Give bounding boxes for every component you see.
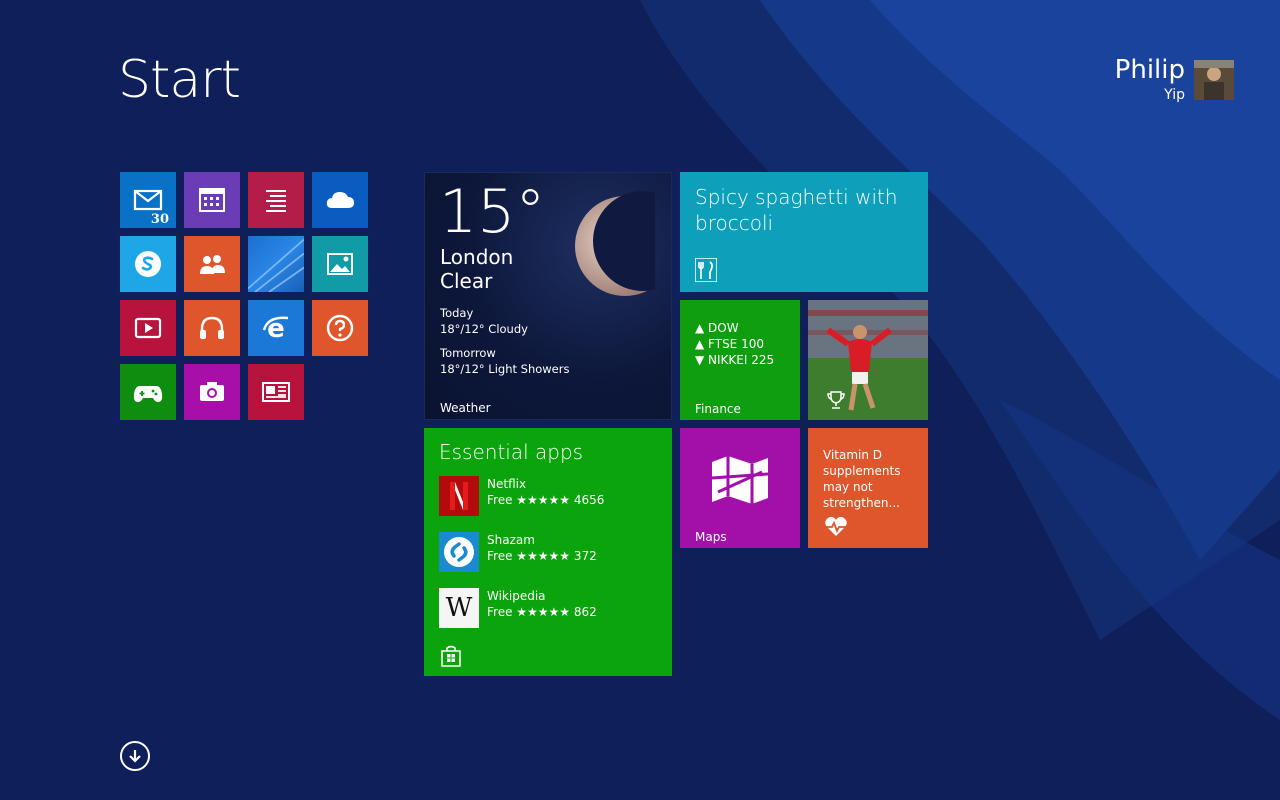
- food-recipe-tile[interactable]: Spicy spaghetti with broccoli: [680, 172, 928, 292]
- tile-people[interactable]: [184, 236, 240, 292]
- tile-music[interactable]: [184, 300, 240, 356]
- store-app-item[interactable]: Shazam Free ★★★★★ 372: [439, 532, 659, 572]
- store-app-item[interactable]: Netflix Free ★★★★★ 4656: [439, 476, 659, 516]
- reading-list-icon: [266, 190, 286, 212]
- skype-icon: [135, 251, 161, 277]
- moon-icon: [575, 191, 655, 296]
- recipe-title: Spicy spaghetti with broccoli: [695, 185, 898, 235]
- avatar[interactable]: [1194, 60, 1234, 100]
- store-app-item[interactable]: W Wikipedia Free ★★★★★ 862: [439, 588, 659, 628]
- weather-tomorrow-forecast: 18°/12° Light Showers: [440, 362, 570, 376]
- finance-dow: ▲ DOW: [695, 321, 739, 335]
- finance-nikkei: ▼ NIKKEI 225: [695, 353, 775, 367]
- health-tile[interactable]: Vitamin D supplements may not strengthen…: [808, 428, 928, 548]
- store-app-name: Wikipedia: [487, 589, 546, 603]
- help-icon: [326, 314, 354, 342]
- weather-tile[interactable]: 15° London Clear Today 18°/12° Cloudy To…: [424, 172, 672, 420]
- all-apps-button[interactable]: [120, 741, 150, 771]
- weather-temperature: 15°: [439, 177, 546, 247]
- internet-explorer-icon: e: [262, 314, 289, 344]
- tile-photos[interactable]: [312, 236, 368, 292]
- mail-unread-badge: 30: [148, 212, 171, 227]
- weather-city: London: [440, 245, 514, 269]
- tile-video[interactable]: [120, 300, 176, 356]
- tile-news[interactable]: [248, 364, 304, 420]
- store-heading: Essential apps: [439, 440, 584, 464]
- shazam-icon: [439, 532, 479, 572]
- desktop-wallpaper-icon: [248, 238, 304, 292]
- tile-games[interactable]: [120, 364, 176, 420]
- video-icon: [134, 317, 162, 339]
- store-app-meta: Free ★★★★★ 372: [487, 549, 597, 563]
- page-title: Start: [118, 50, 241, 110]
- store-tile[interactable]: Essential apps Netflix Free ★★★★★ 4656 S…: [424, 428, 672, 676]
- tile-help-tips[interactable]: [312, 300, 368, 356]
- tile-camera[interactable]: [184, 364, 240, 420]
- maps-tile[interactable]: Maps: [680, 428, 800, 548]
- store-app-name: Netflix: [487, 477, 527, 491]
- camera-icon: [200, 382, 224, 401]
- weather-today-forecast: 18°/12° Cloudy: [440, 322, 528, 336]
- fork-knife-icon: [695, 258, 717, 282]
- store-app-meta: Free ★★★★★ 862: [487, 605, 597, 619]
- user-last-name[interactable]: Yip: [1110, 86, 1185, 104]
- photos-icon: [327, 253, 353, 275]
- down-arrow-icon: [129, 750, 141, 763]
- tile-desktop[interactable]: [248, 236, 304, 292]
- store-app-meta: Free ★★★★★ 4656: [487, 493, 605, 507]
- health-headline: Vitamin D supplements may not strengthen…: [823, 448, 901, 510]
- map-icon: [711, 456, 769, 504]
- tile-reading-list[interactable]: [248, 172, 304, 228]
- tile-internet-explorer[interactable]: e: [248, 300, 304, 356]
- news-icon: [262, 382, 290, 402]
- weather-today-label: Today: [440, 306, 474, 320]
- sport-tile[interactable]: [808, 300, 928, 420]
- game-controller-icon: [133, 386, 163, 402]
- weather-app-label: Weather: [440, 401, 491, 415]
- finance-ftse: ▲ FTSE 100: [695, 337, 764, 351]
- heart-pulse-icon: [825, 516, 847, 536]
- tile-calendar[interactable]: [184, 172, 240, 228]
- tile-onedrive[interactable]: [312, 172, 368, 228]
- tile-mail[interactable]: 30: [120, 172, 176, 228]
- netflix-icon: [439, 476, 479, 516]
- tile-skype[interactable]: [120, 236, 176, 292]
- trophy-icon: [827, 391, 845, 409]
- wikipedia-icon: W: [439, 588, 479, 628]
- user-first-name[interactable]: Philip: [1110, 55, 1185, 85]
- calendar-icon: [199, 188, 225, 212]
- store-app-name: Shazam: [487, 533, 535, 547]
- finance-tile[interactable]: ▲ DOW ▲ FTSE 100 ▼ NIKKEI 225 Finance: [680, 300, 800, 420]
- headphones-icon: [200, 316, 224, 339]
- weather-tomorrow-label: Tomorrow: [440, 346, 496, 360]
- store-bag-icon: [441, 645, 461, 667]
- people-icon: [200, 255, 225, 274]
- cloud-icon: [326, 192, 354, 208]
- maps-app-label: Maps: [695, 530, 727, 544]
- avatar-photo: [1194, 60, 1234, 100]
- finance-app-label: Finance: [695, 402, 741, 416]
- weather-condition: Clear: [440, 269, 493, 293]
